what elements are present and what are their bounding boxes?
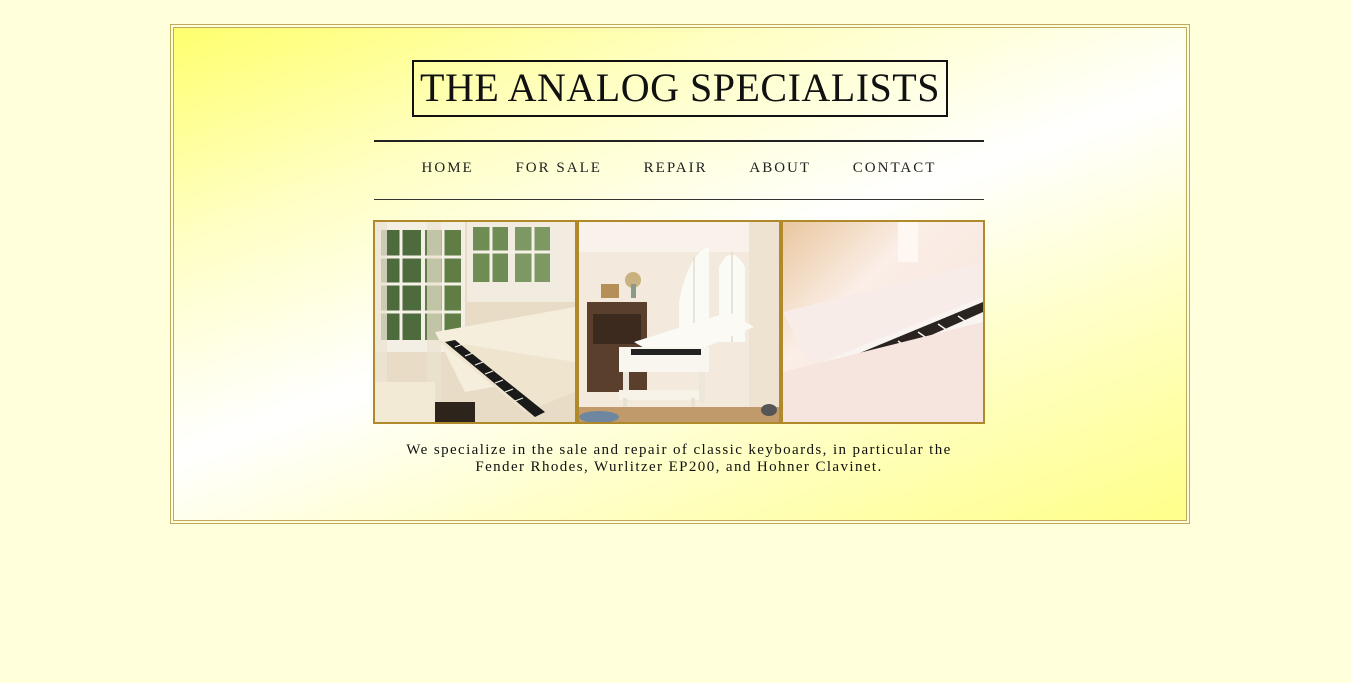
intro-line-2: Fender Rhodes, Wurlitzer EP200, and Hohn…: [475, 459, 883, 475]
nav-top-divider: [374, 140, 984, 142]
intro-line-1: We specialize in the sale and repair of …: [406, 442, 952, 458]
grand-piano-window-photo: [373, 220, 577, 424]
site-title: THE ANALOG SPECIALISTS: [412, 60, 948, 117]
content-panel: THE ANALOG SPECIALISTS HOME FOR SALE REP…: [173, 27, 1187, 521]
nav-contact-link[interactable]: CONTACT: [853, 160, 937, 176]
nav-repair-link[interactable]: REPAIR: [644, 160, 708, 176]
intro-text: We specialize in the sale and repair of …: [374, 442, 984, 476]
main-nav: HOME FOR SALE REPAIR ABOUT CONTACT: [374, 160, 984, 177]
white-grand-piano-room-photo: [577, 220, 781, 424]
title-wrapper: THE ANALOG SPECIALISTS: [174, 60, 1186, 117]
piano-keys-closeup-photo: [781, 220, 985, 424]
nav-about-link[interactable]: ABOUT: [749, 160, 811, 176]
nav-for-sale-link[interactable]: FOR SALE: [515, 160, 601, 176]
photo-gallery: [373, 220, 985, 424]
page-frame: THE ANALOG SPECIALISTS HOME FOR SALE REP…: [170, 24, 1190, 524]
nav-home-link[interactable]: HOME: [422, 160, 474, 176]
nav-bottom-divider: [374, 199, 984, 200]
